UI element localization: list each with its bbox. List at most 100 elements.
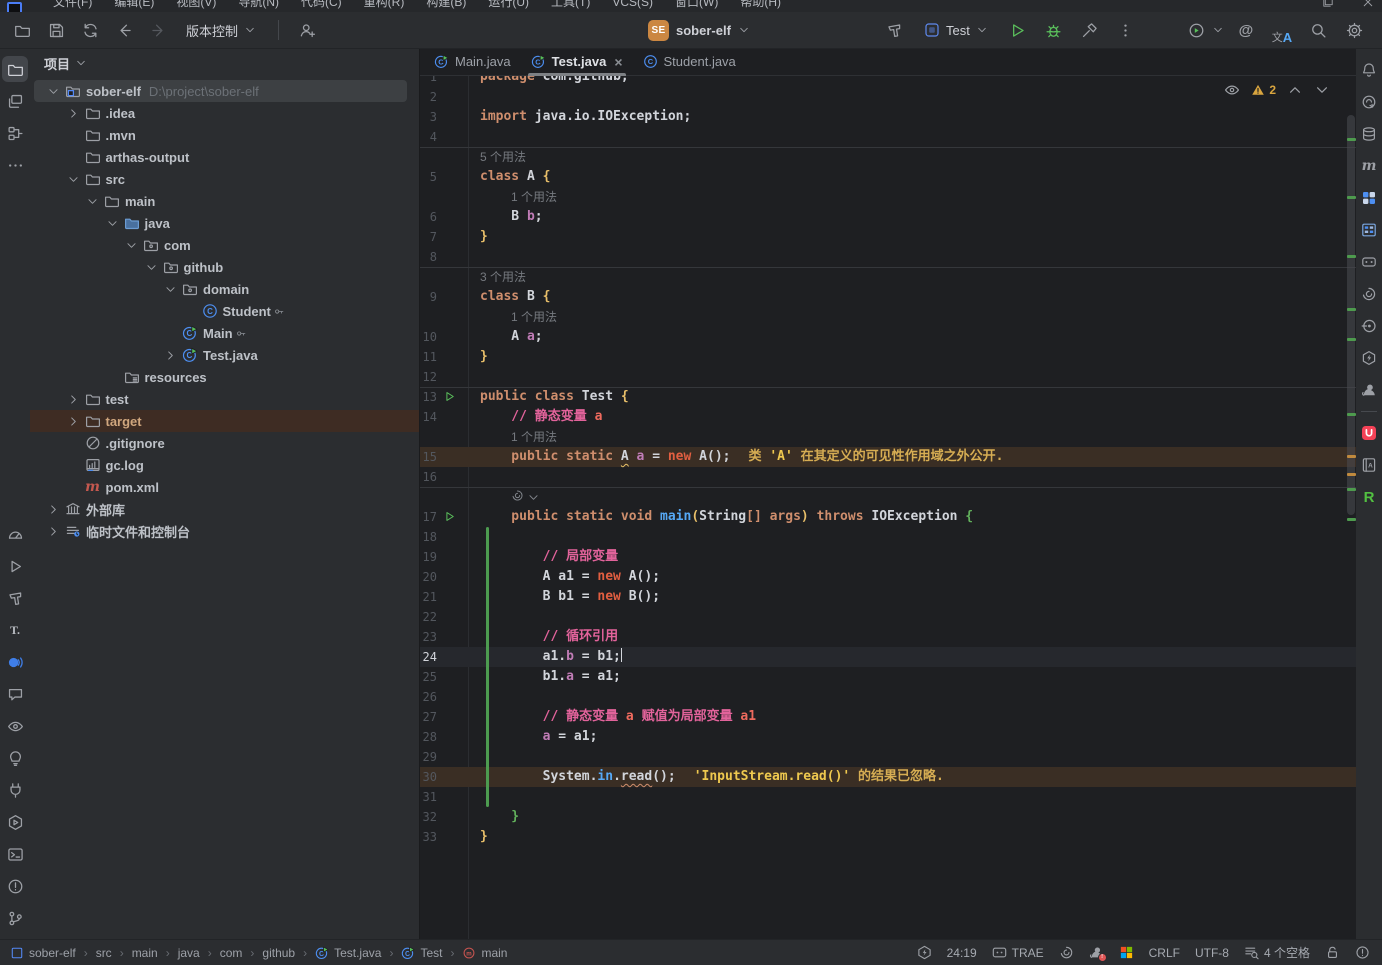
code-line-3[interactable]: 3import java.io.IOException;	[420, 107, 1356, 127]
window-restore-icon[interactable]	[1322, 0, 1334, 8]
chevron-right-icon[interactable]	[64, 105, 83, 121]
services-tool-icon[interactable]	[2, 809, 28, 835]
code-line-33[interactable]: 33}	[420, 827, 1356, 847]
line-number[interactable]: 23	[420, 627, 437, 647]
line-number[interactable]: 6	[420, 207, 437, 227]
code-line-17[interactable]: 17 public static void main(String[] args…	[420, 507, 1356, 527]
tree-item-target[interactable]: target	[30, 410, 419, 432]
close-icon[interactable]: ×	[614, 55, 622, 69]
usage-count-inlay[interactable]: 3 个用法	[480, 267, 526, 287]
code-line-18[interactable]: 18	[420, 527, 1356, 547]
tree-item-Main[interactable]: CMain	[30, 322, 419, 344]
project-tool-icon[interactable]	[2, 56, 28, 82]
tree-item-外部库[interactable]: 外部库	[30, 498, 419, 520]
breadcrumb-item-com[interactable]: com	[218, 946, 245, 960]
sync-button[interactable]	[76, 16, 104, 44]
code-line-27[interactable]: 27 // 静态变量 a 赋值为局部变量 a1	[420, 707, 1356, 727]
code-line-25[interactable]: 25 b1.a = a1;	[420, 667, 1356, 687]
open-project-button[interactable]	[8, 16, 36, 44]
arthas-monkey-icon[interactable]	[1357, 378, 1381, 402]
code-line-11[interactable]: 11}	[420, 347, 1356, 367]
chevron-down-icon[interactable]	[44, 83, 63, 99]
vcs-change-bar[interactable]	[486, 527, 489, 807]
chevron-down-icon[interactable]	[122, 237, 141, 253]
code-line-29[interactable]: 29	[420, 747, 1356, 767]
services-hexagon-icon[interactable]	[1357, 346, 1381, 370]
code-line-6[interactable]: 6 B b;	[420, 207, 1356, 227]
breadcrumb-item-src[interactable]: src	[94, 946, 114, 960]
menu-item-7[interactable]: 运行(U)	[477, 0, 540, 12]
line-number[interactable]: 8	[420, 247, 437, 267]
chevron-down-icon[interactable]	[142, 259, 161, 275]
breadcrumb-item-sober-elf[interactable]: sober-elf	[8, 946, 78, 960]
line-number[interactable]: 2	[420, 87, 437, 107]
menu-item-4[interactable]: 代码(C)	[290, 0, 353, 12]
code-line-23[interactable]: 23 // 循环引用	[420, 627, 1356, 647]
power-hexagon-icon[interactable]	[917, 945, 932, 960]
settings-button[interactable]	[1340, 16, 1368, 44]
forward-button[interactable]	[144, 16, 172, 44]
line-number[interactable]: 28	[420, 727, 437, 747]
maven-icon[interactable]: m	[1357, 154, 1381, 178]
debug-button[interactable]	[1040, 16, 1068, 44]
tree-item-gc.log[interactable]: gc.log	[30, 454, 419, 476]
run-line-icon[interactable]	[443, 510, 456, 523]
tree-item-临时文件和控制台[interactable]: 临时文件和控制台	[30, 520, 419, 542]
tree-item-.mvn[interactable]: .mvn	[30, 124, 419, 146]
line-number[interactable]: 4	[420, 127, 437, 147]
dependencies-plugin-icon[interactable]	[1357, 186, 1381, 210]
encoding-selector[interactable]: UTF-8	[1195, 946, 1229, 960]
notifications-icon[interactable]	[1357, 58, 1381, 82]
watch-tool-icon[interactable]	[2, 713, 28, 739]
code-line-21[interactable]: 21 B b1 = new B();	[420, 587, 1356, 607]
code-line-14[interactable]: 14 // 静态变量 a	[420, 407, 1356, 427]
menu-item-2[interactable]: 视图(V)	[165, 0, 227, 12]
add-user-button[interactable]	[293, 16, 321, 44]
profiler-tool-icon[interactable]	[2, 521, 28, 547]
menu-item-3[interactable]: 导航(N)	[227, 0, 290, 12]
tree-item-arthas-output[interactable]: arthas-output	[30, 146, 419, 168]
run-button[interactable]	[1004, 16, 1032, 44]
line-number[interactable]: 21	[420, 587, 437, 607]
code-line-13[interactable]: 13public class Test {	[420, 387, 1356, 407]
tools-button[interactable]	[1076, 16, 1104, 44]
menu-item-9[interactable]: VCS(S)	[601, 0, 664, 12]
plan-grid-plugin-icon[interactable]	[1357, 218, 1381, 242]
code-line-12[interactable]: 12	[420, 367, 1356, 387]
code-editor[interactable]: 1package com.github;23import java.io.IOE…	[420, 75, 1356, 940]
breadcrumb-item-Test[interactable]: CTest	[399, 946, 444, 960]
version-control-chooser[interactable]: 版本控制	[178, 21, 264, 40]
tree-item-Test.java[interactable]: CTest.java	[30, 344, 419, 366]
code-line-31[interactable]: 31	[420, 787, 1356, 807]
highlighting-eye-icon[interactable]	[1224, 82, 1240, 98]
line-number[interactable]: 26	[420, 687, 437, 707]
code-line-22[interactable]: 22	[420, 607, 1356, 627]
line-number[interactable]: 33	[420, 827, 437, 847]
profiler-button[interactable]	[1182, 16, 1224, 44]
line-number[interactable]: 13	[420, 387, 437, 407]
more-actions-button[interactable]	[1112, 16, 1140, 44]
chevron-down-icon[interactable]	[161, 281, 180, 297]
restful-tool-icon[interactable]: R	[1357, 485, 1381, 509]
u-plugin-icon[interactable]	[1357, 421, 1381, 445]
tree-item-sober-elf[interactable]: sober-elfD:\project\sober-elf	[30, 80, 419, 102]
editor-windows-icon[interactable]	[2, 88, 28, 114]
line-number[interactable]: 22	[420, 607, 437, 627]
problems-tool-icon[interactable]	[2, 873, 28, 899]
more-tools-icon[interactable]	[2, 152, 28, 178]
tree-item-src[interactable]: src	[30, 168, 419, 190]
terminal-t-tool-icon[interactable]: T.	[2, 617, 28, 643]
menu-item-1[interactable]: 编辑(E)	[103, 0, 165, 12]
run-line-icon[interactable]	[443, 390, 456, 403]
code-line-8[interactable]: 8	[420, 247, 1356, 267]
line-number[interactable]: 11	[420, 347, 437, 367]
tree-item-github[interactable]: github	[30, 256, 419, 278]
line-number[interactable]: 16	[420, 467, 437, 487]
code-line-10[interactable]: 10 A a;	[420, 327, 1356, 347]
code-line-24[interactable]: 24 a1.b = b1;	[420, 647, 1356, 667]
tree-item-Student[interactable]: CStudent	[30, 300, 419, 322]
sound-plugin-icon[interactable]	[2, 649, 28, 675]
git-tool-icon[interactable]	[2, 905, 28, 931]
next-problem-icon[interactable]	[1314, 82, 1330, 98]
code-line-28[interactable]: 28 a = a1;	[420, 727, 1356, 747]
